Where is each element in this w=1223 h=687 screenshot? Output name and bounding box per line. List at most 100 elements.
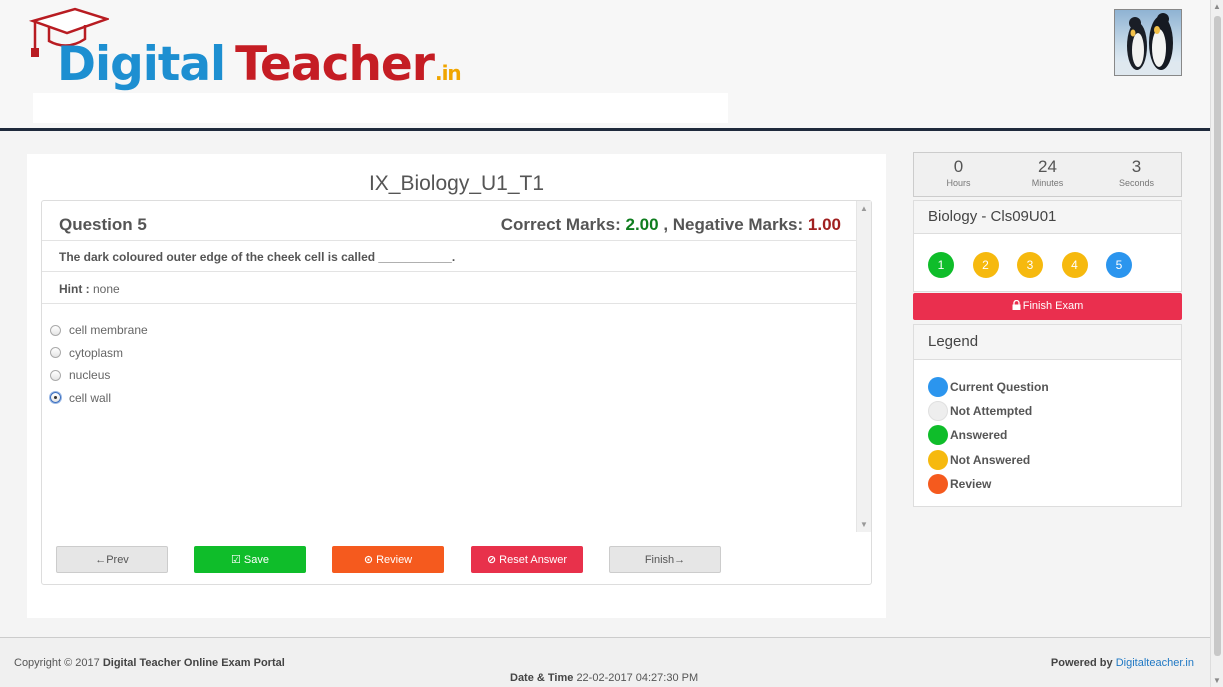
page-scroll-down-icon[interactable]: ▼ bbox=[1213, 676, 1221, 685]
option-item[interactable]: cytoplasm bbox=[49, 342, 148, 365]
question-nav-5[interactable]: 5 bbox=[1106, 252, 1132, 278]
portal-name: Digital Teacher Online Exam Portal bbox=[102, 657, 285, 669]
legend-label: Review bbox=[950, 476, 992, 491]
legend-label: Not Attempted bbox=[950, 404, 1033, 419]
legend-label: Not Answered bbox=[950, 452, 1031, 467]
finish-exam-button[interactable]: Finish Exam bbox=[913, 293, 1182, 320]
legend-dot-not-answered bbox=[928, 449, 948, 470]
option-item[interactable]: cell wall bbox=[49, 387, 148, 410]
marks-info: Correct Marks: 2.00 , Negative Marks: 1.… bbox=[501, 215, 841, 235]
save-label: Save bbox=[243, 554, 269, 566]
reset-answer-button[interactable]: ⊘ Reset Answer bbox=[471, 546, 583, 573]
option-radio[interactable] bbox=[50, 369, 61, 381]
question-text: The dark coloured outer edge of the chee… bbox=[42, 241, 857, 272]
page-scrollbar-thumb[interactable] bbox=[1214, 16, 1221, 656]
review-label: Review bbox=[376, 554, 413, 566]
timer-hours: 0 Hours bbox=[914, 153, 1003, 196]
question-nav-4[interactable]: 4 bbox=[1061, 252, 1088, 278]
powered-by-link[interactable]: Digitalteacher.in bbox=[1116, 657, 1194, 669]
option-radio[interactable] bbox=[50, 324, 61, 336]
powered-by-label: Powered by bbox=[1050, 657, 1113, 669]
logo-suffix: .in bbox=[434, 61, 462, 85]
negative-marks-value: 1.00 bbox=[807, 215, 841, 234]
logo-word-digital: Digital bbox=[57, 37, 226, 92]
minutes-value: 24 bbox=[1038, 157, 1057, 176]
page-scrollbar[interactable]: ▲ ▼ bbox=[1210, 0, 1223, 687]
question-nav-3[interactable]: 3 bbox=[1017, 252, 1043, 278]
question-number: Question 5 bbox=[59, 215, 147, 234]
correct-marks-value: 2.00 bbox=[625, 215, 659, 234]
date-time-value: 22-02-2017 04:27:30 PM bbox=[576, 672, 699, 684]
question-nav-1[interactable]: 1 bbox=[928, 252, 954, 278]
option-radio[interactable] bbox=[50, 347, 61, 359]
hours-label: Hours bbox=[946, 178, 971, 188]
scroll-up-icon[interactable]: ▲ bbox=[860, 204, 868, 213]
legend-label: Answered bbox=[950, 428, 1008, 443]
legend-list: Current Question Not Attempted Answered … bbox=[928, 375, 1049, 496]
legend-dot-current bbox=[928, 377, 948, 398]
option-item[interactable]: nucleus bbox=[49, 364, 148, 387]
legend-dot-review bbox=[928, 473, 948, 494]
seconds-label: Seconds bbox=[1118, 178, 1155, 188]
user-avatar[interactable] bbox=[1114, 9, 1182, 76]
legend-dot-answered bbox=[928, 425, 948, 446]
legend-dot-not-attempted bbox=[928, 401, 948, 422]
digital-teacher-logo[interactable]: Digital Teacher.in bbox=[25, 5, 462, 97]
footer-powered-by: Powered by Digitalteacher.in bbox=[1051, 657, 1194, 669]
question-box: Question 5 Correct Marks: 2.00 , Negativ… bbox=[41, 200, 872, 585]
option-label[interactable]: cytoplasm bbox=[69, 346, 123, 360]
page-header: Digital Teacher.in bbox=[0, 0, 1210, 128]
hint-label: Hint : bbox=[59, 282, 90, 296]
seconds-value: 3 bbox=[1131, 157, 1142, 176]
legend-label: Current Question bbox=[950, 380, 1049, 395]
date-time-label: Date & Time bbox=[510, 672, 574, 684]
copyright-text: Copyright © 2017 bbox=[14, 657, 100, 669]
header-divider bbox=[0, 128, 1210, 131]
exam-panel: IX_Biology_U1_T1 Question 5 Correct Mark… bbox=[27, 154, 886, 618]
footer-date-time: Date & Time 22-02-2017 04:27:30 PM bbox=[510, 672, 698, 684]
negative-marks-label: Negative Marks: bbox=[672, 215, 804, 234]
subject-title: Biology - Cls09U01 bbox=[914, 201, 1181, 234]
minutes-label: Minutes bbox=[1031, 178, 1064, 188]
timer-seconds: 3 Seconds bbox=[1092, 153, 1181, 196]
answer-options: cell membrane cytoplasm nucleus cell wal… bbox=[49, 319, 148, 409]
review-button[interactable]: ⊙ Review bbox=[332, 546, 444, 573]
question-hint: Hint : none bbox=[42, 272, 857, 304]
finish-exam-label: Finish Exam bbox=[1022, 300, 1084, 312]
question-header: Question 5 Correct Marks: 2.00 , Negativ… bbox=[42, 201, 857, 241]
reset-label: Reset Answer bbox=[499, 554, 568, 566]
page-scroll-up-icon[interactable]: ▲ bbox=[1213, 2, 1221, 11]
countdown-timer: 0 Hours 24 Minutes 3 Seconds bbox=[913, 152, 1182, 197]
prev-button[interactable]: ←Prev bbox=[56, 546, 168, 573]
legend-panel: Legend Current Question Not Attempted An… bbox=[913, 324, 1182, 507]
logo-word-teacher: Teacher bbox=[235, 37, 435, 92]
page-footer: Copyright © 2017 Digital Teacher Online … bbox=[0, 637, 1210, 687]
legend-item-current: Current Question bbox=[928, 375, 1049, 399]
marks-separator: , bbox=[663, 215, 669, 234]
exam-title: IX_Biology_U1_T1 bbox=[368, 172, 545, 195]
option-label[interactable]: cell wall bbox=[69, 391, 111, 405]
save-button[interactable]: ☑ Save bbox=[194, 546, 306, 573]
header-banner-area bbox=[33, 93, 728, 123]
finish-button[interactable]: Finish→ bbox=[609, 546, 721, 573]
question-palette: Biology - Cls09U01 1 2 3 4 5 bbox=[913, 200, 1182, 292]
option-label[interactable]: nucleus bbox=[69, 368, 110, 382]
hint-value: none bbox=[93, 282, 120, 296]
timer-minutes: 24 Minutes bbox=[1003, 153, 1092, 196]
option-item[interactable]: cell membrane bbox=[49, 319, 148, 342]
option-label[interactable]: cell membrane bbox=[69, 323, 148, 337]
legend-title: Legend bbox=[914, 325, 1181, 360]
legend-item-not-answered: Not Answered bbox=[928, 448, 1049, 472]
lock-icon bbox=[1012, 299, 1021, 310]
legend-item-review: Review bbox=[928, 472, 1049, 496]
circle-dot-icon: ⊙ bbox=[363, 554, 374, 566]
checkbox-check-icon: ☑ bbox=[231, 554, 241, 566]
scroll-down-icon[interactable]: ▼ bbox=[860, 520, 868, 529]
ban-icon: ⊘ bbox=[486, 554, 497, 566]
question-scrollbar[interactable]: ▲ ▼ bbox=[856, 201, 871, 532]
option-radio-selected[interactable] bbox=[50, 392, 61, 404]
legend-item-answered: Answered bbox=[928, 423, 1049, 447]
correct-marks-label: Correct Marks: bbox=[500, 215, 621, 234]
question-nav-2[interactable]: 2 bbox=[972, 252, 999, 278]
penguins-photo bbox=[1115, 13, 1181, 75]
